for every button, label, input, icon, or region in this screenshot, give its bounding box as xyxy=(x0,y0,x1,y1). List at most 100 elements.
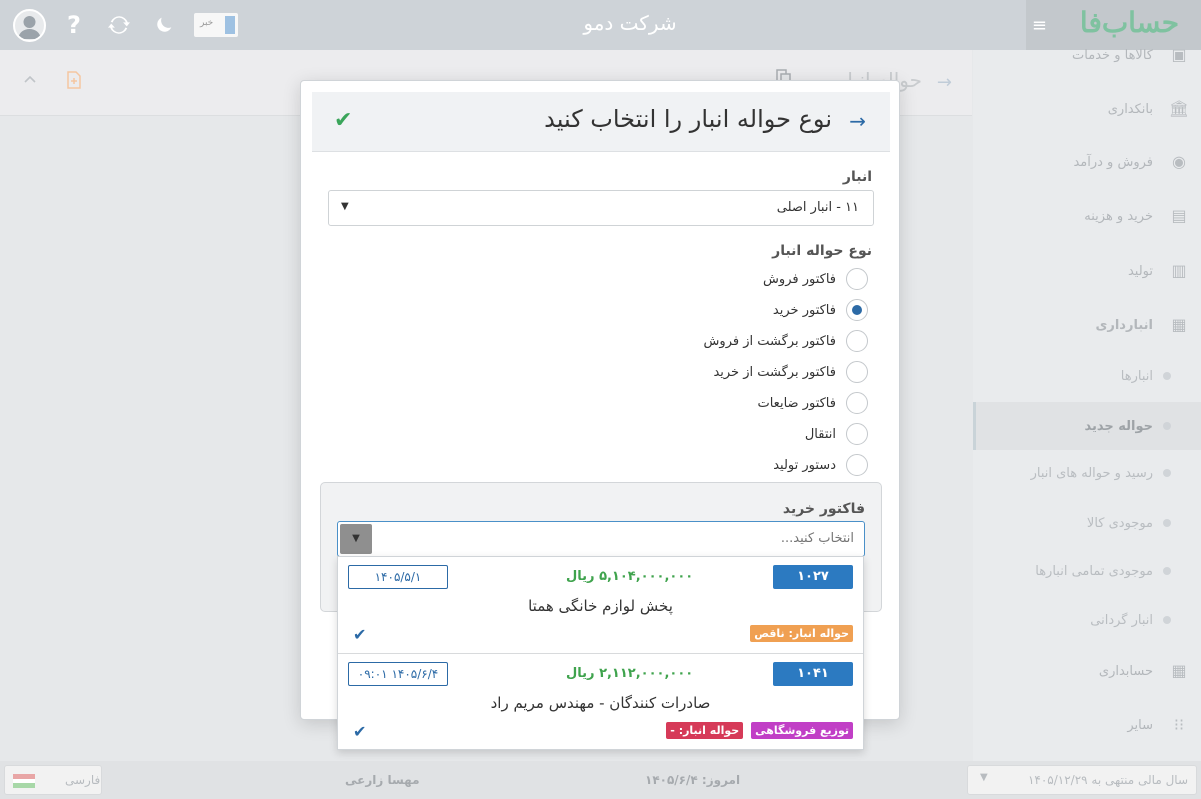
language-selector[interactable]: فارسی xyxy=(4,765,102,795)
sidebar-item-label: سایر xyxy=(1127,717,1153,733)
fiscal-year-selector[interactable]: سال مالی منتهی به ۱۴۰۵/۱۲/۲۹ ▼ xyxy=(967,765,1197,795)
sidebar-item-purchase[interactable]: ▤ خرید و هزینه xyxy=(973,191,1201,241)
sidebar-subitem-label: انبار گردانی xyxy=(1090,612,1153,628)
sidebar-item-banking[interactable]: 🏛 بانکداری xyxy=(973,84,1201,134)
invoice-combobox[interactable]: ▼ xyxy=(337,521,865,557)
sidebar-item-label: بانکداری xyxy=(1107,101,1153,117)
remittance-type-option[interactable]: دستور تولید xyxy=(773,453,868,477)
collapse-chevron-icon[interactable] xyxy=(22,72,38,92)
warehouse-icon: ▦ xyxy=(1171,315,1187,334)
box-icon: ▣ xyxy=(1171,45,1187,64)
notification-box[interactable]: خبر xyxy=(194,13,238,37)
refresh-icon[interactable] xyxy=(103,9,135,41)
invoice-label: فاکتور خرید xyxy=(782,501,865,517)
radio-button[interactable] xyxy=(846,330,868,352)
remittance-type-option[interactable]: فاکتور خرید xyxy=(773,298,868,322)
sidebar-item-accounting[interactable]: ▦ حسابداری xyxy=(973,646,1201,696)
radio-label: فاکتور برگشت از فروش xyxy=(703,333,836,349)
user-avatar[interactable] xyxy=(13,9,46,42)
sidebar-subitem-stock[interactable]: موجودی کالا xyxy=(973,499,1201,547)
sidebar-item-label: خرید و هزینه xyxy=(1084,208,1153,224)
remittance-type-option[interactable]: فاکتور ضایعات xyxy=(757,391,868,415)
invoice-number-badge: ۱۰۲۷ xyxy=(773,565,853,589)
invoice-date: ۱۴۰۵/۵/۱ xyxy=(348,565,448,589)
modal-header: → نوع حواله انبار را انتخاب کنید ✔ xyxy=(312,92,890,152)
sidebar-item-label: فروش و درآمد xyxy=(1073,154,1153,170)
sidebar-item-label: تولید xyxy=(1127,263,1153,279)
sidebar-item-production[interactable]: ▥ تولید xyxy=(973,246,1201,296)
sidebar-item-warehouse[interactable]: ▦ انبارداری xyxy=(973,300,1201,350)
sidebar-subitem-label: انبارها xyxy=(1120,368,1153,384)
sidebar-subitem-inventory-count[interactable]: انبار گردانی xyxy=(973,596,1201,644)
sidebar-item-products[interactable]: ▣ کالاها و خدمات xyxy=(973,30,1201,80)
caret-down-icon: ▼ xyxy=(341,201,349,212)
invoice-party-name: پخش لوازم خانگی همتا xyxy=(528,597,673,615)
confirm-check-icon[interactable]: ✔ xyxy=(334,108,352,133)
radio-label: دستور تولید xyxy=(773,457,836,473)
invoice-badges: توزیع فروشگاهی حواله انبار: - xyxy=(666,722,853,739)
sidebar-subitem-new-remittance[interactable]: حواله جدید xyxy=(973,402,1201,450)
invoice-option[interactable]: ۱۰۲۷ ۵,۱۰۴,۰۰۰,۰۰۰ ریال ۱۴۰۵/۵/۱ پخش لوازم … xyxy=(338,557,863,653)
invoice-option[interactable]: ۱۰۴۱ ۲,۱۱۲,۰۰۰,۰۰۰ ریال ۱۴۰۵/۶/۴ ۰۹:۰۱ صادر… xyxy=(338,653,863,749)
combo-dropdown-button[interactable]: ▼ xyxy=(340,524,372,554)
sidebar-subitem-label: موجودی کالا xyxy=(1086,515,1153,531)
current-user-name: مهسا زارعی xyxy=(345,773,420,787)
factory-icon: ▥ xyxy=(1171,261,1187,280)
status-badge: حواله انبار: - xyxy=(666,722,744,739)
radio-button[interactable] xyxy=(846,299,868,321)
sidebar-subitem-label: رسید و حواله های انبار xyxy=(1030,465,1153,481)
warehouse-value: ۱۱ - انبار اصلی xyxy=(776,200,859,215)
sidebar-subitem-label: موجودی تمامی انبارها xyxy=(1035,563,1153,579)
add-document-icon[interactable] xyxy=(64,70,84,95)
remittance-type-option[interactable]: فاکتور برگشت از فروش xyxy=(704,329,868,353)
invoice-dropdown-list: ۱۰۲۷ ۵,۱۰۴,۰۰۰,۰۰۰ ریال ۱۴۰۵/۵/۱ پخش لوازم … xyxy=(337,556,864,750)
radio-label: فاکتور برگشت از خرید xyxy=(713,364,836,380)
sidebar-subitem-label: حواله جدید xyxy=(1084,418,1153,434)
radio-button[interactable] xyxy=(846,423,868,445)
radio-button[interactable] xyxy=(846,392,868,414)
sidebar-item-other[interactable]: ⁝⁝ سایر xyxy=(973,700,1201,750)
sidebar-subitem-all-stock[interactable]: موجودی تمامی انبارها xyxy=(973,547,1201,595)
invoice-number-badge: ۱۰۴۱ xyxy=(773,662,853,686)
radio-label: فاکتور فروش xyxy=(763,271,836,287)
today-date: امروز: ۱۴۰۵/۶/۴ xyxy=(645,773,741,787)
fiscal-year-label: سال مالی منتهی به ۱۴۰۵/۱۲/۲۹ xyxy=(1027,773,1188,787)
wallet-icon: ▤ xyxy=(1171,206,1187,225)
remittance-type-option[interactable]: انتقال xyxy=(805,422,868,446)
sidebar-subitem-warehouses[interactable]: انبارها xyxy=(973,352,1201,400)
remittance-type-label: نوع حواله انبار xyxy=(772,243,872,259)
status-bar: فارسی مهسا زارعی امروز: ۱۴۰۵/۶/۴ سال مال… xyxy=(0,761,1201,799)
radio-button[interactable] xyxy=(846,268,868,290)
invoice-badges: حواله انبار: ناقص xyxy=(750,625,853,642)
dark-mode-moon-icon[interactable] xyxy=(148,9,180,41)
status-badge: حواله انبار: ناقص xyxy=(750,625,853,642)
bank-icon: 🏛 xyxy=(1168,99,1190,118)
caret-down-icon: ▼ xyxy=(980,772,988,783)
iran-flag-icon xyxy=(13,774,35,788)
radio-label: انتقال xyxy=(804,426,836,442)
radio-button[interactable] xyxy=(846,361,868,383)
check-icon: ✔ xyxy=(353,722,367,741)
back-arrow-icon[interactable]: → xyxy=(937,72,952,93)
bullet-icon xyxy=(1163,469,1171,477)
invoice-amount: ۲,۱۱۲,۰۰۰,۰۰۰ ریال xyxy=(566,666,694,681)
bullet-icon xyxy=(1163,616,1171,624)
radio-button[interactable] xyxy=(846,454,868,476)
modal-back-arrow-icon[interactable]: → xyxy=(849,109,866,133)
ledger-icon: ▦ xyxy=(1171,661,1187,680)
invoice-date: ۱۴۰۵/۶/۴ ۰۹:۰۱ xyxy=(348,662,448,686)
remittance-type-option[interactable]: فاکتور برگشت از خرید xyxy=(713,360,868,384)
invoice-search-input[interactable] xyxy=(384,531,854,546)
sidebar-item-label: حسابداری xyxy=(1098,663,1153,679)
sidebar-subitem-receipts[interactable]: رسید و حواله های انبار xyxy=(973,449,1201,497)
help-icon[interactable]: ? xyxy=(58,9,90,41)
grid-icon: ⁝⁝ xyxy=(1173,715,1185,734)
sidebar-item-sales[interactable]: ◉ فروش و درآمد xyxy=(973,137,1201,187)
bullet-icon xyxy=(1163,422,1171,430)
remittance-type-option[interactable]: فاکتور فروش xyxy=(763,267,868,291)
warehouse-label: انبار xyxy=(842,169,872,185)
notification-bar xyxy=(225,16,235,34)
sidebar: ▣ کالاها و خدمات 🏛 بانکداری ◉ فروش و درآ… xyxy=(973,45,1201,761)
bullet-icon xyxy=(1163,567,1171,575)
warehouse-select[interactable]: ۱۱ - انبار اصلی ▼ xyxy=(328,190,874,226)
